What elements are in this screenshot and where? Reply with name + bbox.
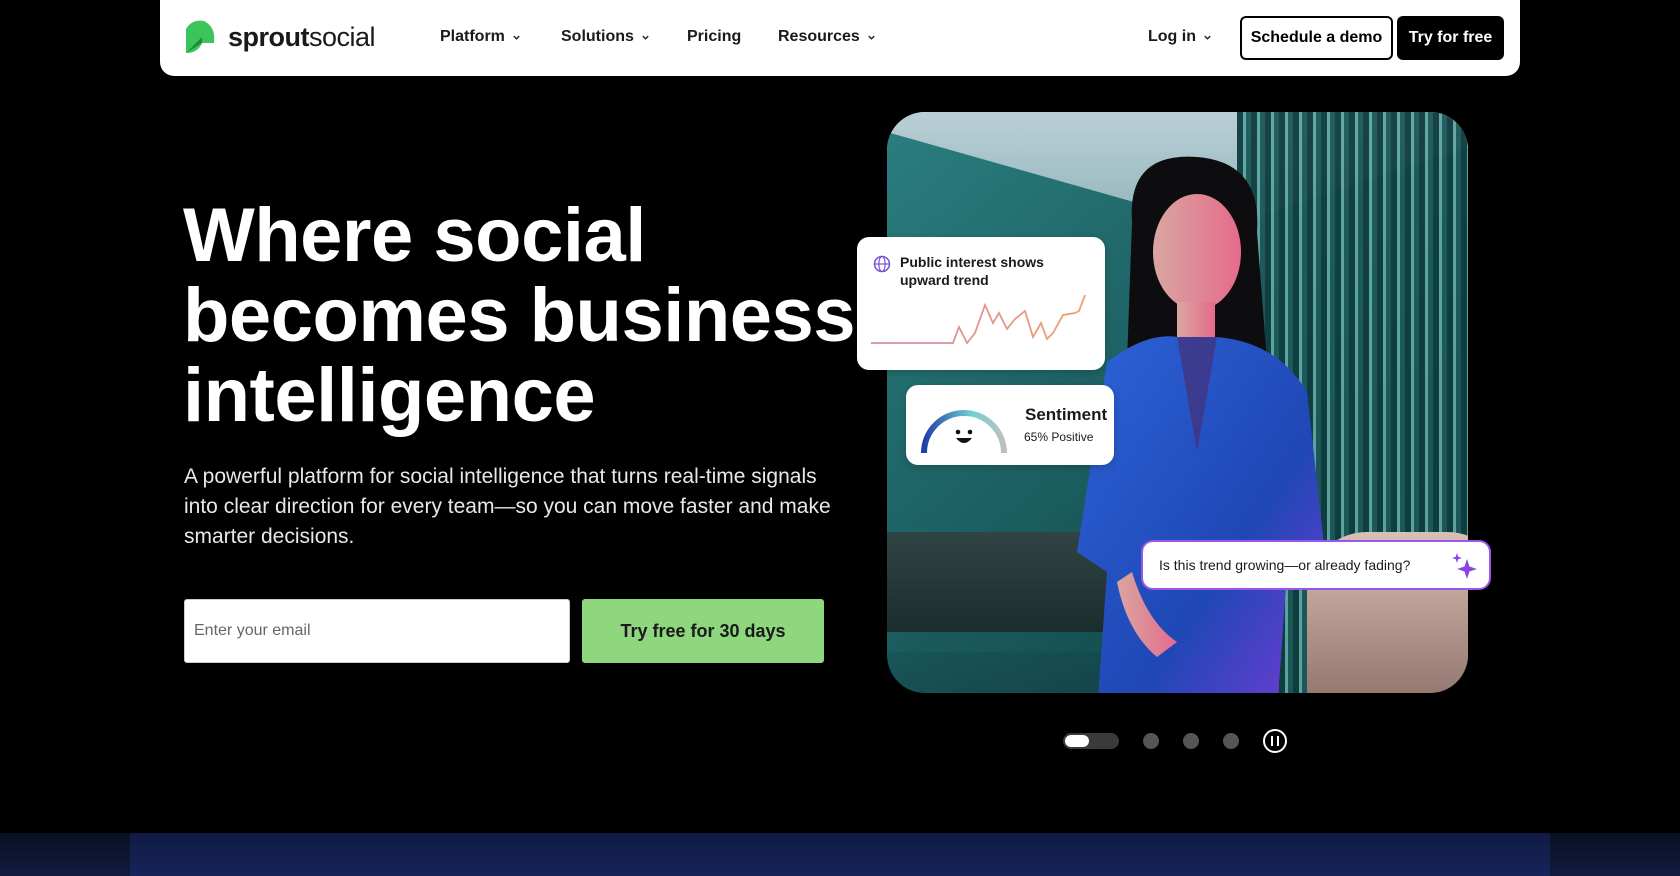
nav-platform[interactable]: Platform [440, 28, 521, 46]
chevron-down-icon [1204, 35, 1211, 40]
nav-pricing-label: Pricing [687, 28, 742, 45]
trend-title: Public interest shows upward trend [900, 254, 1044, 288]
nav-pricing[interactable]: Pricing [687, 28, 741, 46]
carousel-dot-active[interactable] [1063, 733, 1119, 749]
carousel-dot[interactable] [1143, 733, 1159, 749]
logo-wordmark: sproutsocial [228, 21, 376, 52]
chevron-down-icon [513, 35, 520, 40]
sentiment-card: Sentiment 65% Positive [906, 385, 1114, 465]
globe-icon [873, 255, 891, 273]
carousel-dot[interactable] [1223, 733, 1239, 749]
try-free-30-days-button[interactable]: Try free for 30 days [582, 599, 824, 663]
sentiment-detail: 65% Positive [1024, 430, 1094, 444]
trend-card: Public interest shows upward trend [857, 237, 1105, 370]
nav-resources[interactable]: Resources [778, 28, 876, 46]
trend-sparkline [871, 294, 1086, 345]
carousel-dot[interactable] [1183, 733, 1199, 749]
sprout-social-logo[interactable]: sproutsocial [184, 19, 376, 55]
hero-headline: Where social becomes business intelligen… [183, 193, 856, 438]
carousel-controls [1063, 729, 1287, 753]
nav-resources-label: Resources [778, 28, 860, 45]
sprout-leaf-icon [186, 20, 215, 54]
top-nav: sproutsocial Platform Solutions Pricing … [160, 0, 1520, 76]
hero-subtext: A powerful platform for social intellige… [184, 465, 831, 548]
sentiment-gauge [921, 410, 1007, 454]
chevron-down-icon [642, 35, 649, 40]
nav-solutions[interactable]: Solutions [561, 28, 650, 46]
nav-platform-label: Platform [440, 28, 505, 45]
try-for-free-button[interactable]: Try for free [1397, 16, 1504, 60]
sentiment-title: Sentiment [1025, 405, 1108, 424]
chevron-down-icon [868, 35, 875, 40]
ai-question-text: Is this trend growing—or already fading? [1159, 557, 1411, 573]
email-input[interactable] [184, 599, 570, 663]
next-section-band [0, 833, 1680, 876]
ai-question-prompt[interactable]: Is this trend growing—or already fading? [1141, 540, 1491, 590]
sparkle-icon [1452, 553, 1477, 579]
schedule-demo-button[interactable]: Schedule a demo [1240, 16, 1393, 60]
login-button[interactable]: Log in [1148, 28, 1212, 46]
login-label: Log in [1148, 28, 1196, 45]
pause-icon[interactable] [1263, 729, 1287, 753]
nav-solutions-label: Solutions [561, 28, 634, 45]
